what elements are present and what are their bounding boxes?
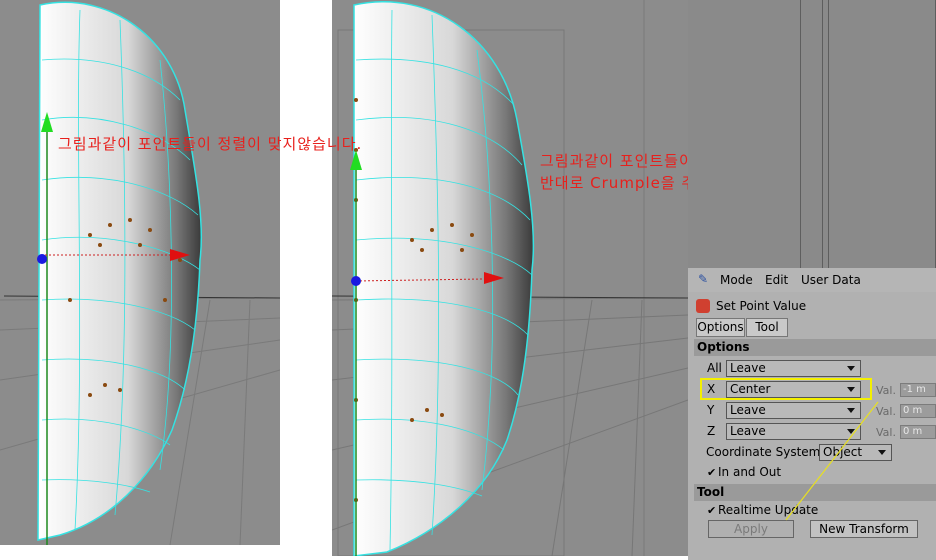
row-label-y: Y xyxy=(707,403,715,417)
image-gap xyxy=(280,0,332,560)
chevron-down-icon xyxy=(878,450,886,455)
new-transform-button[interactable]: New Transform xyxy=(810,520,918,538)
chevron-down-icon xyxy=(847,366,855,371)
coordinate-system-label: Coordinate System xyxy=(706,445,821,459)
checkmark-icon: ✔ xyxy=(707,504,717,517)
face-mesh-right xyxy=(353,1,535,556)
tool-title: Set Point Value xyxy=(716,299,807,313)
coordinate-system-dropdown[interactable]: Object xyxy=(819,444,892,461)
all-dropdown[interactable]: Leave xyxy=(726,360,861,377)
annotation-left: 그림과같이 포인트들이 정렬이 맞지않습니다. xyxy=(58,135,363,153)
z-dropdown[interactable]: Leave xyxy=(726,423,861,440)
set-point-value-icon xyxy=(696,299,710,313)
chevron-down-icon xyxy=(847,429,855,434)
tab-options[interactable]: Options xyxy=(696,318,745,337)
y-dropdown-value: Leave xyxy=(730,403,766,417)
viewport-right[interactable] xyxy=(332,0,688,556)
row-label-all: All xyxy=(707,361,722,375)
z-val-label: Val. xyxy=(876,426,896,439)
apply-button[interactable]: Apply xyxy=(708,520,794,538)
x-val-label: Val. xyxy=(876,384,896,397)
z-axis-handle-right xyxy=(351,276,361,286)
z-dropdown-value: Leave xyxy=(730,424,766,438)
viewport-left[interactable] xyxy=(0,0,280,545)
tab-tool[interactable]: Tool xyxy=(746,318,788,337)
y-dropdown[interactable]: Leave xyxy=(726,402,861,419)
z-value-field[interactable]: 0 m xyxy=(900,425,936,439)
menu-mode[interactable]: Mode xyxy=(720,273,753,287)
column-divider xyxy=(828,0,829,268)
side-panel: ✎ Mode Edit User Data Set Point Value Op… xyxy=(688,0,936,560)
options-section-header: Options xyxy=(694,339,936,356)
chevron-down-icon xyxy=(847,408,855,413)
menu-edit[interactable]: Edit xyxy=(765,273,788,287)
wrench-icon[interactable]: ✎ xyxy=(698,272,708,286)
realtime-update-checkbox[interactable]: ✔ Realtime Update xyxy=(707,503,818,517)
x-value-field[interactable]: -1 m xyxy=(900,383,936,397)
x-row-highlight-box xyxy=(700,378,872,400)
tool-section-header: Tool xyxy=(694,484,936,501)
attribute-manager: ✎ Mode Edit User Data Set Point Value Op… xyxy=(688,268,936,560)
attribute-menubar: ✎ Mode Edit User Data xyxy=(688,268,936,292)
z-axis-handle-left xyxy=(37,254,47,264)
all-dropdown-value: Leave xyxy=(730,361,766,375)
checkmark-icon: ✔ xyxy=(707,466,717,479)
column-divider xyxy=(822,0,823,268)
in-and-out-checkbox[interactable]: ✔ In and Out xyxy=(707,465,781,479)
object-manager-area xyxy=(688,0,936,268)
menu-user-data[interactable]: User Data xyxy=(801,273,861,287)
realtime-update-label: Realtime Update xyxy=(718,503,819,517)
in-and-out-label: In and Out xyxy=(718,465,782,479)
viewport-left-canvas xyxy=(0,1,280,545)
coordinate-system-value: Object xyxy=(823,445,863,459)
viewport-right-canvas xyxy=(332,0,688,556)
y-value-field[interactable]: 0 m xyxy=(900,404,936,418)
row-label-z: Z xyxy=(707,424,716,438)
y-val-label: Val. xyxy=(876,405,896,418)
face-mesh-left xyxy=(37,1,203,541)
column-divider xyxy=(800,0,801,268)
